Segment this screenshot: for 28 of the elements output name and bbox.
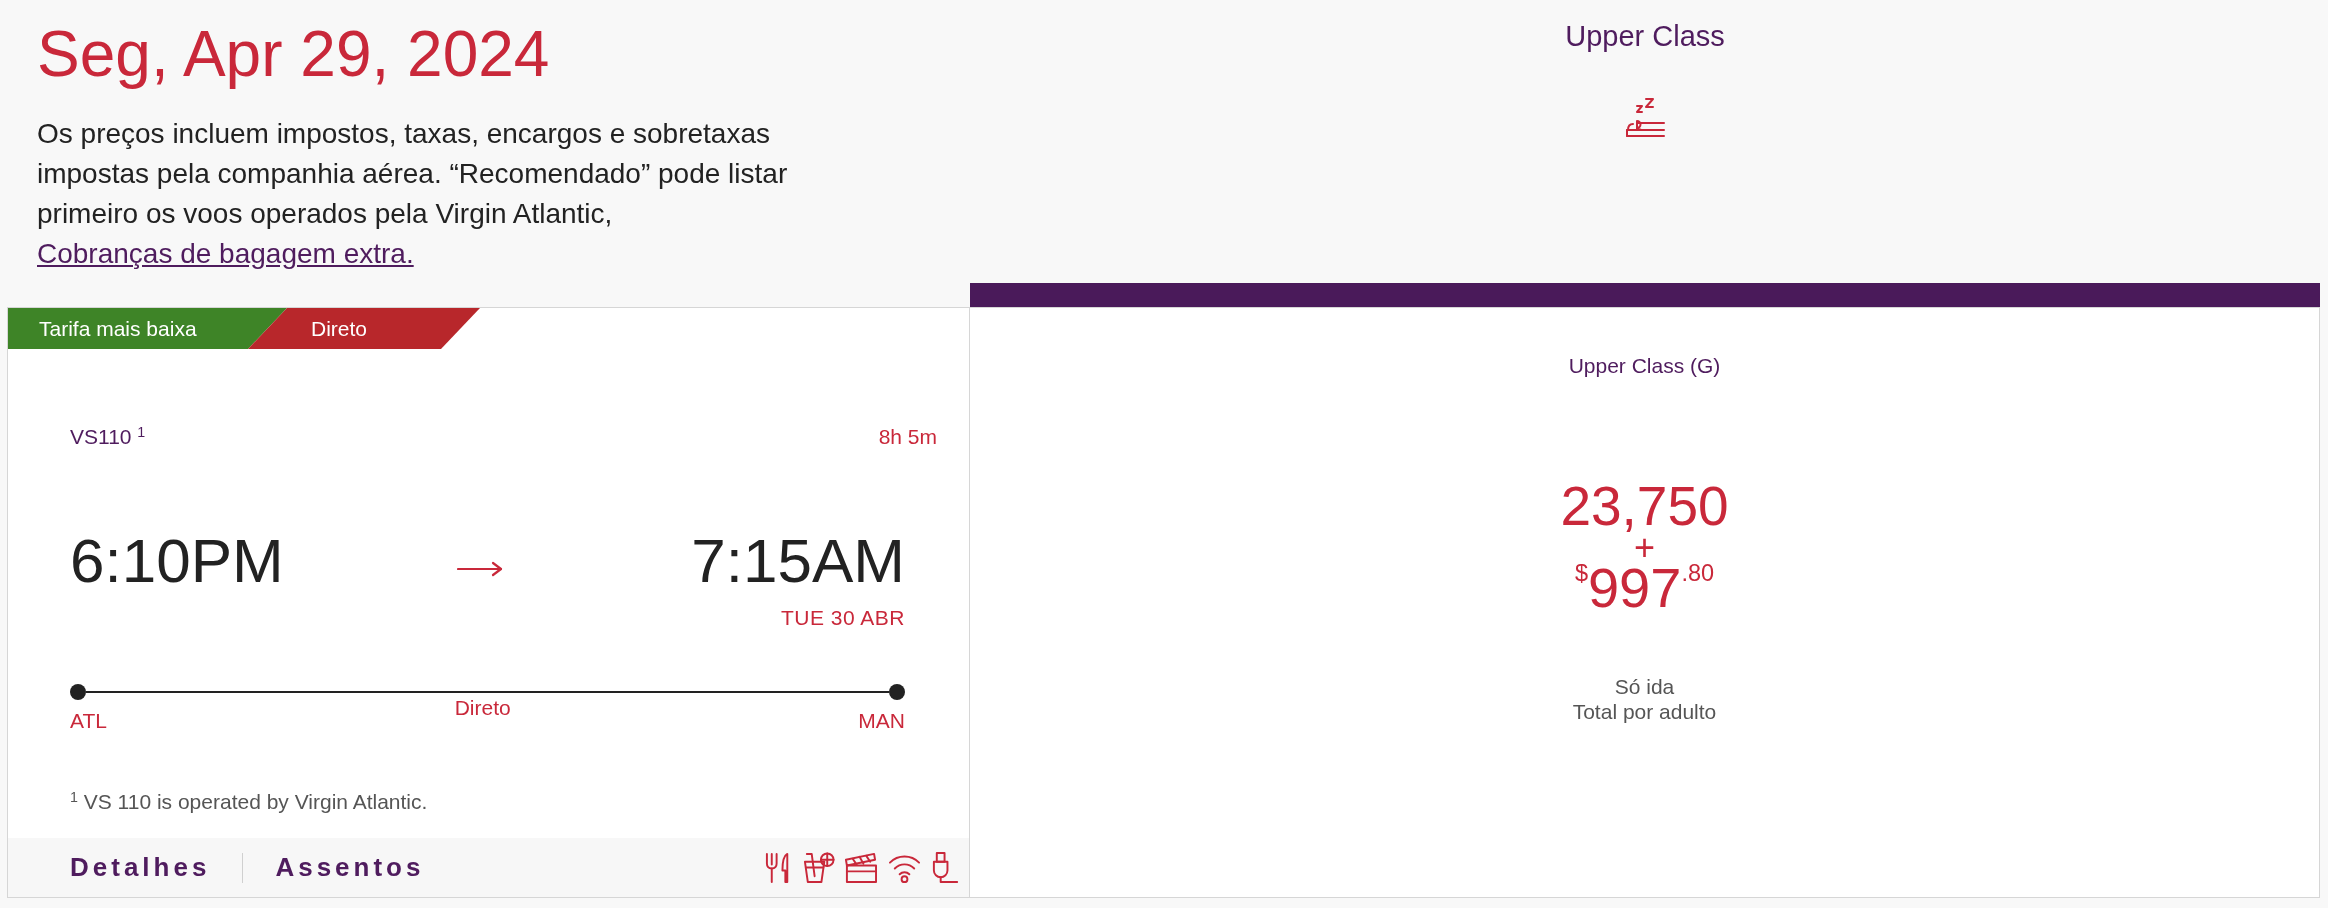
arrival-time: 7:15AM [691,528,905,594]
baggage-fees-link[interactable]: Cobranças de bagagem extra. [37,238,414,269]
arrival-date: TUE 30 ABR [780,605,905,631]
arrow-icon [456,561,503,577]
drink-icon [801,851,835,884]
origin-dot-icon [70,684,86,700]
departure-time: 6:10PM [70,528,284,594]
origin-code: ATL [70,708,107,734]
clapperboard-icon [843,851,879,884]
cash-price: $^{$}$997$^{.80}$ [1574,560,1715,616]
flight-tag: Direto [248,308,480,349]
points-price: 23,750 [1560,476,1729,536]
plus-sign: + [1634,536,1655,560]
price-notice: Os preços incluem impostos, taxas, encargos e sobretaxas impostas pela companhia aérea. “Recomendado” pode listar primeiro os voos operados pela Virgin Atlantic, Cobranças de bagagem extra. [37,117,789,271]
flight-duration: 8h 5m [878,424,937,450]
flight-number: VS110 $^{1}$ [70,424,146,450]
destination-code: MAN [858,708,905,734]
date-heading: Seg, Apr 29, 2024 [37,17,550,92]
stops-label: Direto [454,696,511,720]
bed-icon [1623,97,1667,137]
price-basis: Total por adulto [1572,699,1717,724]
destination-dot-icon [889,684,905,700]
cabin-title: Upper Class [1565,19,1725,53]
footer-link[interactable]: Assentos [275,852,425,883]
fare-cabin-label: Upper Class (G) [1568,353,1721,379]
operator-footnote: $^{1}$ VS 110 is operated by Virgin Atlantic. [70,789,429,815]
footer-link[interactable]: Detalhes [70,852,211,883]
trip-type: Só ida [1614,674,1675,699]
